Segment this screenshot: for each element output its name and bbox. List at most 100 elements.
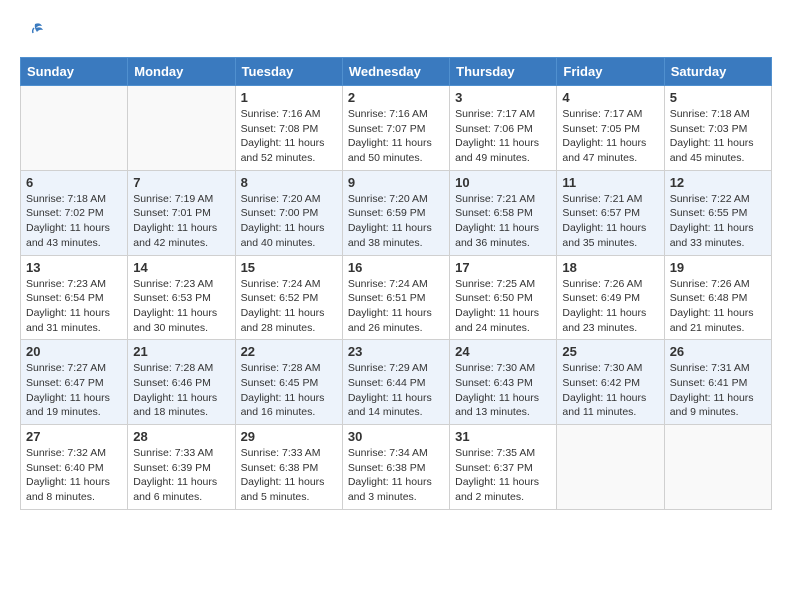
- day-detail-5: Sunrise: 7:18 AM Sunset: 7:03 PM Dayligh…: [670, 107, 766, 166]
- empty-cell: [21, 86, 128, 171]
- day-number-13: 13: [26, 260, 122, 275]
- day-detail-6: Sunrise: 7:18 AM Sunset: 7:02 PM Dayligh…: [26, 192, 122, 251]
- empty-cell: [557, 425, 664, 510]
- day-detail-20: Sunrise: 7:27 AM Sunset: 6:47 PM Dayligh…: [26, 361, 122, 420]
- day-cell-11: 11Sunrise: 7:21 AM Sunset: 6:57 PM Dayli…: [557, 170, 664, 255]
- day-cell-27: 27 Sunrise: 7:32 AM Sunset: 6:40 PM Dayli…: [21, 425, 128, 510]
- week-row-2: 6Sunrise: 7:18 AM Sunset: 7:02 PM Daylig…: [21, 170, 772, 255]
- day-number-21: 21: [133, 344, 229, 359]
- empty-cell: [664, 425, 771, 510]
- day-number-22: 22: [241, 344, 337, 359]
- day-detail-21: Sunrise: 7:28 AM Sunset: 6:46 PM Dayligh…: [133, 361, 229, 420]
- day-detail-12: Sunrise: 7:22 AM Sunset: 6:55 PM Dayligh…: [670, 192, 766, 251]
- day-detail-22: Sunrise: 7:28 AM Sunset: 6:45 PM Dayligh…: [241, 361, 337, 420]
- day-detail-29: Sunrise: 7:33 AM Sunset: 6:38 PM Dayligh…: [241, 446, 337, 505]
- day-cell-2: 2 Sunrise: 7:16 AM Sunset: 7:07 PM Daylig…: [342, 86, 449, 171]
- week-row-5: 27 Sunrise: 7:32 AM Sunset: 6:40 PM Dayli…: [21, 425, 772, 510]
- day-cell-4: 4 Sunrise: 7:17 AM Sunset: 7:05 PM Daylig…: [557, 86, 664, 171]
- day-cell-26: 26 Sunrise: 7:31 AM Sunset: 6:41 PM Dayli…: [664, 340, 771, 425]
- day-number-16: 16: [348, 260, 444, 275]
- day-number-12: 12: [670, 175, 766, 190]
- empty-cell: [128, 86, 235, 171]
- day-detail-30: Sunrise: 7:34 AM Sunset: 6:38 PM Dayligh…: [348, 446, 444, 505]
- day-detail-16: Sunrise: 7:24 AM Sunset: 6:51 PM Dayligh…: [348, 277, 444, 336]
- day-cell-20: 20 Sunrise: 7:27 AM Sunset: 6:47 PM Dayli…: [21, 340, 128, 425]
- day-cell-12: 12 Sunrise: 7:22 AM Sunset: 6:55 PM Dayli…: [664, 170, 771, 255]
- day-detail-15: Sunrise: 7:24 AM Sunset: 6:52 PM Dayligh…: [241, 277, 337, 336]
- week-row-3: 13 Sunrise: 7:23 AM Sunset: 6:54 PM Dayli…: [21, 255, 772, 340]
- col-header-saturday: Saturday: [664, 58, 771, 86]
- day-detail-24: Sunrise: 7:30 AM Sunset: 6:43 PM Dayligh…: [455, 361, 551, 420]
- day-detail-26: Sunrise: 7:31 AM Sunset: 6:41 PM Dayligh…: [670, 361, 766, 420]
- day-cell-19: 19 Sunrise: 7:26 AM Sunset: 6:48 PM Dayli…: [664, 255, 771, 340]
- logo: [20, 20, 48, 47]
- day-detail-18: Sunrise: 7:26 AM Sunset: 6:49 PM Dayligh…: [562, 277, 658, 336]
- day-detail-23: Sunrise: 7:29 AM Sunset: 6:44 PM Dayligh…: [348, 361, 444, 420]
- col-header-wednesday: Wednesday: [342, 58, 449, 86]
- day-detail-7: Sunrise: 7:19 AM Sunset: 7:01 PM Dayligh…: [133, 192, 229, 251]
- day-cell-6: 6Sunrise: 7:18 AM Sunset: 7:02 PM Daylig…: [21, 170, 128, 255]
- day-detail-14: Sunrise: 7:23 AM Sunset: 6:53 PM Dayligh…: [133, 277, 229, 336]
- col-header-monday: Monday: [128, 58, 235, 86]
- day-number-20: 20: [26, 344, 122, 359]
- day-cell-21: 21 Sunrise: 7:28 AM Sunset: 6:46 PM Dayli…: [128, 340, 235, 425]
- day-number-17: 17: [455, 260, 551, 275]
- day-number-14: 14: [133, 260, 229, 275]
- col-header-thursday: Thursday: [450, 58, 557, 86]
- day-cell-10: 10 Sunrise: 7:21 AM Sunset: 6:58 PM Dayli…: [450, 170, 557, 255]
- day-cell-22: 22 Sunrise: 7:28 AM Sunset: 6:45 PM Dayli…: [235, 340, 342, 425]
- day-number-25: 25: [562, 344, 658, 359]
- col-header-tuesday: Tuesday: [235, 58, 342, 86]
- day-cell-5: 5 Sunrise: 7:18 AM Sunset: 7:03 PM Daylig…: [664, 86, 771, 171]
- day-detail-25: Sunrise: 7:30 AM Sunset: 6:42 PM Dayligh…: [562, 361, 658, 420]
- col-header-sunday: Sunday: [21, 58, 128, 86]
- day-number-29: 29: [241, 429, 337, 444]
- day-detail-19: Sunrise: 7:26 AM Sunset: 6:48 PM Dayligh…: [670, 277, 766, 336]
- day-detail-11: Sunrise: 7:21 AM Sunset: 6:57 PM Dayligh…: [562, 192, 658, 251]
- day-number-4: 4: [562, 90, 658, 105]
- day-cell-24: 24 Sunrise: 7:30 AM Sunset: 6:43 PM Dayli…: [450, 340, 557, 425]
- day-number-26: 26: [670, 344, 766, 359]
- day-cell-29: 29 Sunrise: 7:33 AM Sunset: 6:38 PM Dayli…: [235, 425, 342, 510]
- day-detail-4: Sunrise: 7:17 AM Sunset: 7:05 PM Dayligh…: [562, 107, 658, 166]
- day-cell-15: 15 Sunrise: 7:24 AM Sunset: 6:52 PM Dayli…: [235, 255, 342, 340]
- day-number-24: 24: [455, 344, 551, 359]
- day-number-31: 31: [455, 429, 551, 444]
- day-detail-28: Sunrise: 7:33 AM Sunset: 6:39 PM Dayligh…: [133, 446, 229, 505]
- day-detail-13: Sunrise: 7:23 AM Sunset: 6:54 PM Dayligh…: [26, 277, 122, 336]
- day-number-9: 9: [348, 175, 444, 190]
- day-cell-1: 1Sunrise: 7:16 AM Sunset: 7:08 PM Daylig…: [235, 86, 342, 171]
- day-number-7: 7: [133, 175, 229, 190]
- day-cell-14: 14 Sunrise: 7:23 AM Sunset: 6:53 PM Dayli…: [128, 255, 235, 340]
- day-detail-1: Sunrise: 7:16 AM Sunset: 7:08 PM Dayligh…: [241, 107, 337, 166]
- day-cell-31: 31Sunrise: 7:35 AM Sunset: 6:37 PM Dayli…: [450, 425, 557, 510]
- day-number-10: 10: [455, 175, 551, 190]
- day-number-2: 2: [348, 90, 444, 105]
- day-number-15: 15: [241, 260, 337, 275]
- day-cell-30: 30Sunrise: 7:34 AM Sunset: 6:38 PM Dayli…: [342, 425, 449, 510]
- day-detail-3: Sunrise: 7:17 AM Sunset: 7:06 PM Dayligh…: [455, 107, 551, 166]
- day-number-27: 27: [26, 429, 122, 444]
- day-cell-13: 13 Sunrise: 7:23 AM Sunset: 6:54 PM Dayli…: [21, 255, 128, 340]
- day-number-23: 23: [348, 344, 444, 359]
- day-number-5: 5: [670, 90, 766, 105]
- day-number-3: 3: [455, 90, 551, 105]
- day-number-18: 18: [562, 260, 658, 275]
- day-cell-18: 18 Sunrise: 7:26 AM Sunset: 6:49 PM Dayli…: [557, 255, 664, 340]
- day-number-28: 28: [133, 429, 229, 444]
- page-header: [20, 20, 772, 47]
- day-cell-25: 25 Sunrise: 7:30 AM Sunset: 6:42 PM Dayli…: [557, 340, 664, 425]
- day-cell-3: 3 Sunrise: 7:17 AM Sunset: 7:06 PM Daylig…: [450, 86, 557, 171]
- day-cell-7: 7 Sunrise: 7:19 AM Sunset: 7:01 PM Daylig…: [128, 170, 235, 255]
- day-detail-2: Sunrise: 7:16 AM Sunset: 7:07 PM Dayligh…: [348, 107, 444, 166]
- calendar-table: SundayMondayTuesdayWednesdayThursdayFrid…: [20, 57, 772, 510]
- day-number-8: 8: [241, 175, 337, 190]
- calendar-header-row: SundayMondayTuesdayWednesdayThursdayFrid…: [21, 58, 772, 86]
- day-detail-27: Sunrise: 7:32 AM Sunset: 6:40 PM Dayligh…: [26, 446, 122, 505]
- day-cell-16: 16 Sunrise: 7:24 AM Sunset: 6:51 PM Dayli…: [342, 255, 449, 340]
- day-detail-17: Sunrise: 7:25 AM Sunset: 6:50 PM Dayligh…: [455, 277, 551, 336]
- logo-bird-icon: [24, 20, 46, 47]
- day-cell-17: 17 Sunrise: 7:25 AM Sunset: 6:50 PM Dayli…: [450, 255, 557, 340]
- day-detail-10: Sunrise: 7:21 AM Sunset: 6:58 PM Dayligh…: [455, 192, 551, 251]
- day-number-19: 19: [670, 260, 766, 275]
